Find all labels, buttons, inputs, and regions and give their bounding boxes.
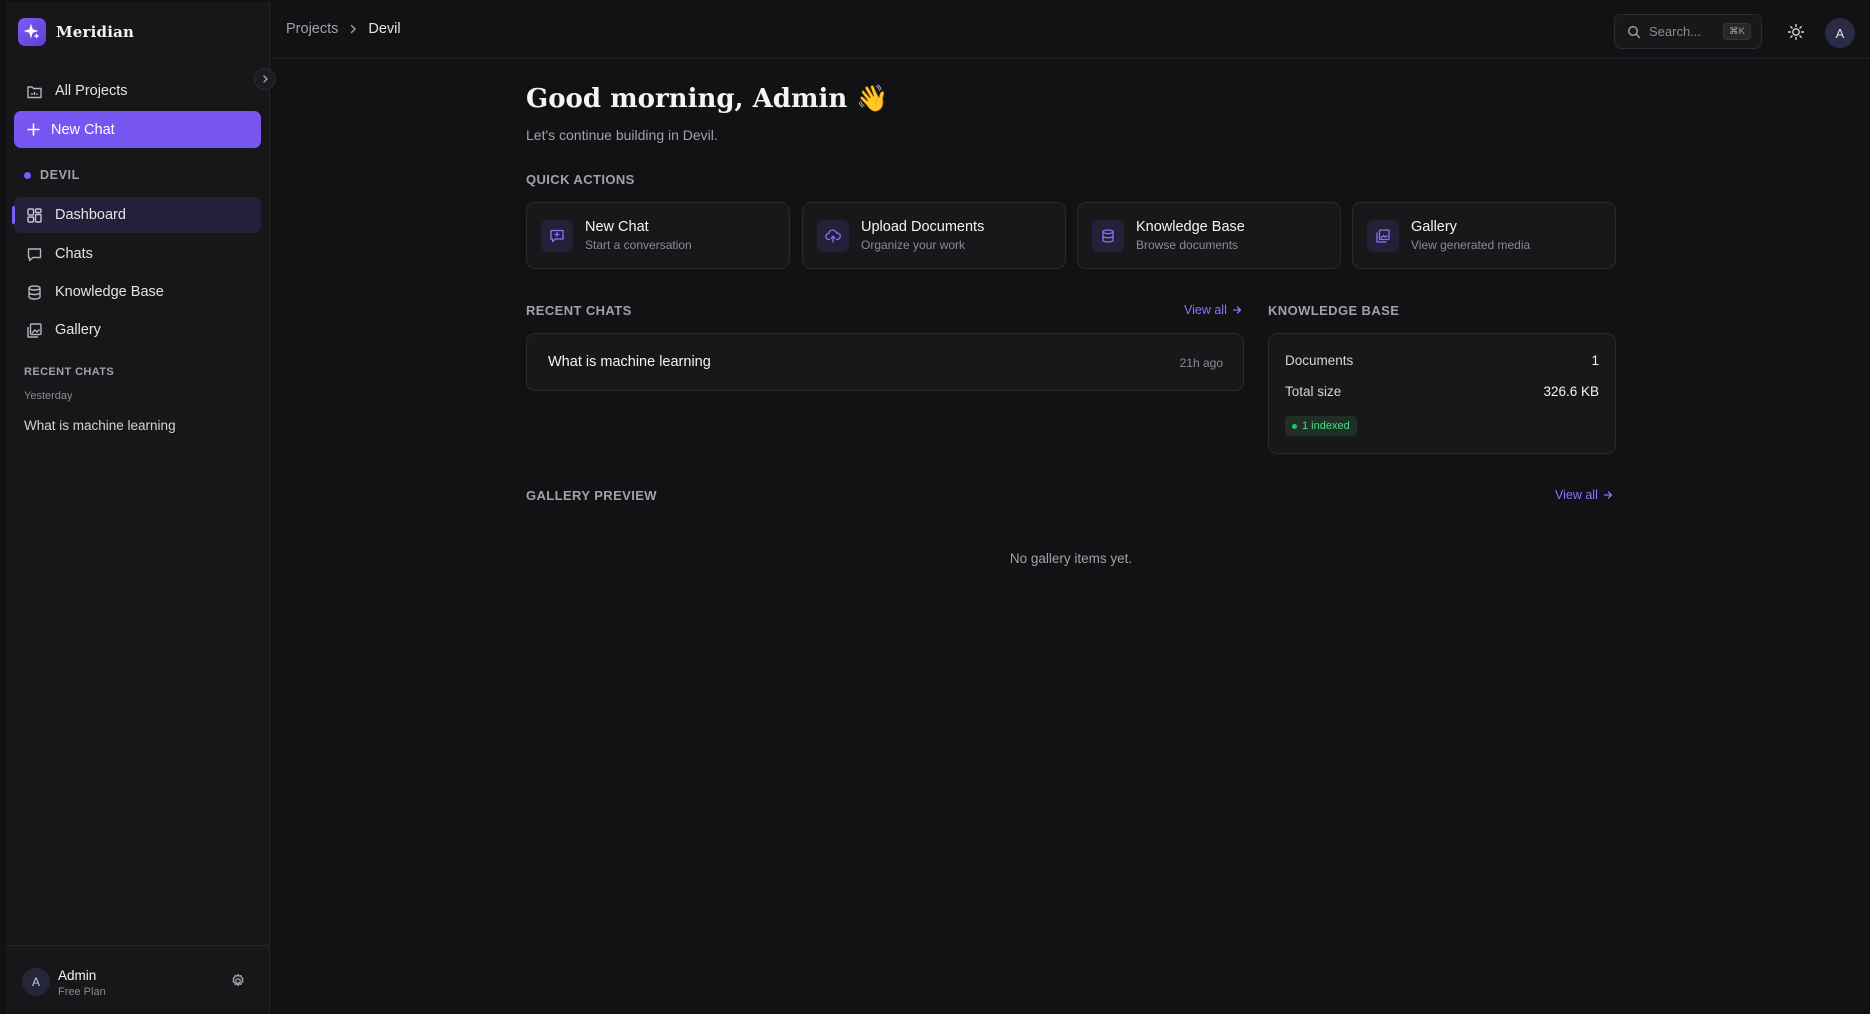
new-chat-button[interactable]: New Chat: [14, 111, 261, 148]
breadcrumb: Projects Devil: [286, 21, 401, 37]
page-title: Good morning, Admin 👋: [526, 84, 889, 114]
main-content: Good morning, Admin 👋 Let's continue bui…: [526, 0, 1616, 1014]
brand[interactable]: Meridian: [18, 17, 134, 47]
sidebar-item-chats[interactable]: Chats: [14, 236, 261, 272]
sidebar: Meridian All Projects New Chat DEVIL Das…: [6, 2, 270, 1014]
sidebar-item-dashboard[interactable]: Dashboard: [12, 197, 261, 233]
theme-toggle-button[interactable]: [1784, 20, 1808, 44]
search-shortcut: ⌘K: [1723, 23, 1751, 40]
indexed-badge-label: 1 indexed: [1302, 420, 1350, 432]
search-icon: [1627, 25, 1641, 38]
quick-action-gallery[interactable]: Gallery View generated media: [1352, 202, 1616, 269]
status-dot-icon: [1292, 423, 1297, 429]
kb-documents-label: Documents: [1285, 353, 1354, 368]
sidebar-collapse-button[interactable]: [254, 68, 276, 90]
sun-icon: [1787, 23, 1805, 41]
kb-size-value: 326.6 KB: [1543, 384, 1599, 399]
recent-chats-view-all-link[interactable]: View all: [1184, 303, 1242, 317]
recent-group-label: Yesterday: [24, 390, 73, 402]
chevron-right-icon: [351, 24, 357, 34]
database-icon: [28, 284, 41, 300]
quick-action-label: Knowledge Base: [1136, 219, 1245, 235]
upload-cloud-icon: [817, 219, 849, 252]
sidebar-recent-chat-item[interactable]: What is machine learning: [24, 418, 176, 433]
sidebar-item-gallery[interactable]: Gallery: [14, 312, 261, 348]
gallery-icon: [27, 322, 42, 338]
gear-icon[interactable]: [230, 973, 246, 989]
plus-icon: [27, 123, 40, 136]
recent-chat-row[interactable]: What is machine learning 21h ago: [526, 333, 1244, 391]
new-chat-label: New Chat: [51, 121, 115, 138]
knowledge-base-heading: KNOWLEDGE BASE: [1268, 303, 1400, 318]
recent-chat-time: 21h ago: [1179, 356, 1223, 370]
all-projects-link[interactable]: All Projects: [14, 73, 261, 109]
brand-name: Meridian: [56, 23, 135, 41]
kb-documents-row: Documents 1: [1285, 353, 1599, 368]
view-all-label: View all: [1184, 303, 1227, 317]
sparkle-logo-icon: [18, 18, 46, 46]
app-root: Meridian All Projects New Chat DEVIL Das…: [0, 0, 1870, 1014]
project-name: DEVIL: [40, 168, 80, 182]
all-projects-label: All Projects: [55, 83, 128, 99]
project-dot-icon: [24, 171, 31, 179]
chat-plus-icon: [541, 219, 573, 252]
breadcrumb-projects[interactable]: Projects: [286, 21, 338, 37]
kb-size-row: Total size 326.6 KB: [1285, 384, 1599, 399]
user-plan: Free Plan: [58, 986, 106, 998]
gallery-icon: [1367, 219, 1399, 252]
breadcrumb-current: Devil: [368, 21, 401, 37]
dashboard-icon: [27, 207, 42, 223]
quick-action-description: Browse documents: [1136, 238, 1239, 252]
arrow-right-icon: [1603, 491, 1613, 499]
recent-chats-heading: RECENT CHATS: [24, 366, 115, 378]
chat-bubble-icon: [27, 247, 42, 261]
sidebar-item-label: Dashboard: [55, 207, 126, 223]
sidebar-item-label: Chats: [55, 246, 93, 262]
view-all-label: View all: [1555, 488, 1598, 502]
project-label: DEVIL: [24, 168, 80, 182]
gallery-preview-heading: GALLERY PREVIEW: [526, 488, 657, 503]
arrow-right-icon: [1232, 306, 1242, 314]
quick-action-description: View generated media: [1411, 238, 1531, 252]
chevron-right-icon: [263, 75, 268, 83]
sidebar-item-label: Gallery: [55, 322, 101, 338]
quick-action-description: Start a conversation: [585, 238, 692, 252]
knowledge-base-card: Documents 1 Total size 326.6 KB 1 indexe…: [1268, 333, 1616, 454]
avatar[interactable]: A: [1825, 18, 1855, 48]
recent-chat-title: What is machine learning: [548, 354, 711, 370]
gallery-empty-state: No gallery items yet.: [1009, 551, 1133, 566]
quick-action-label: New Chat: [585, 219, 649, 235]
kb-documents-value: 1: [1591, 353, 1599, 368]
sidebar-item-label: Knowledge Base: [55, 284, 164, 300]
recent-chats-heading: RECENT CHATS: [526, 303, 632, 318]
avatar[interactable]: A: [22, 968, 50, 996]
sidebar-item-knowledge-base[interactable]: Knowledge Base: [14, 274, 261, 310]
search-input[interactable]: Search... ⌘K: [1614, 14, 1762, 49]
user-name: Admin: [58, 968, 97, 983]
user-footer: A Admin Free Plan: [6, 945, 270, 1014]
quick-action-knowledge-base[interactable]: Knowledge Base Browse documents: [1077, 202, 1341, 269]
quick-action-upload-documents[interactable]: Upload Documents Organize your work: [802, 202, 1066, 269]
quick-action-label: Gallery: [1411, 219, 1457, 235]
quick-action-description: Organize your work: [861, 238, 966, 252]
kb-size-label: Total size: [1285, 384, 1342, 399]
gallery-view-all-link[interactable]: View all: [1555, 488, 1613, 502]
quick-action-new-chat[interactable]: New Chat Start a conversation: [526, 202, 790, 269]
search-placeholder: Search...: [1649, 24, 1702, 39]
page-subtitle: Let's continue building in Devil.: [526, 127, 718, 143]
status-badge: 1 indexed: [1285, 416, 1357, 436]
quick-action-label: Upload Documents: [861, 219, 985, 235]
quick-actions-heading: QUICK ACTIONS: [526, 172, 635, 187]
database-icon: [1092, 219, 1124, 252]
folder-chart-icon: [27, 85, 42, 98]
